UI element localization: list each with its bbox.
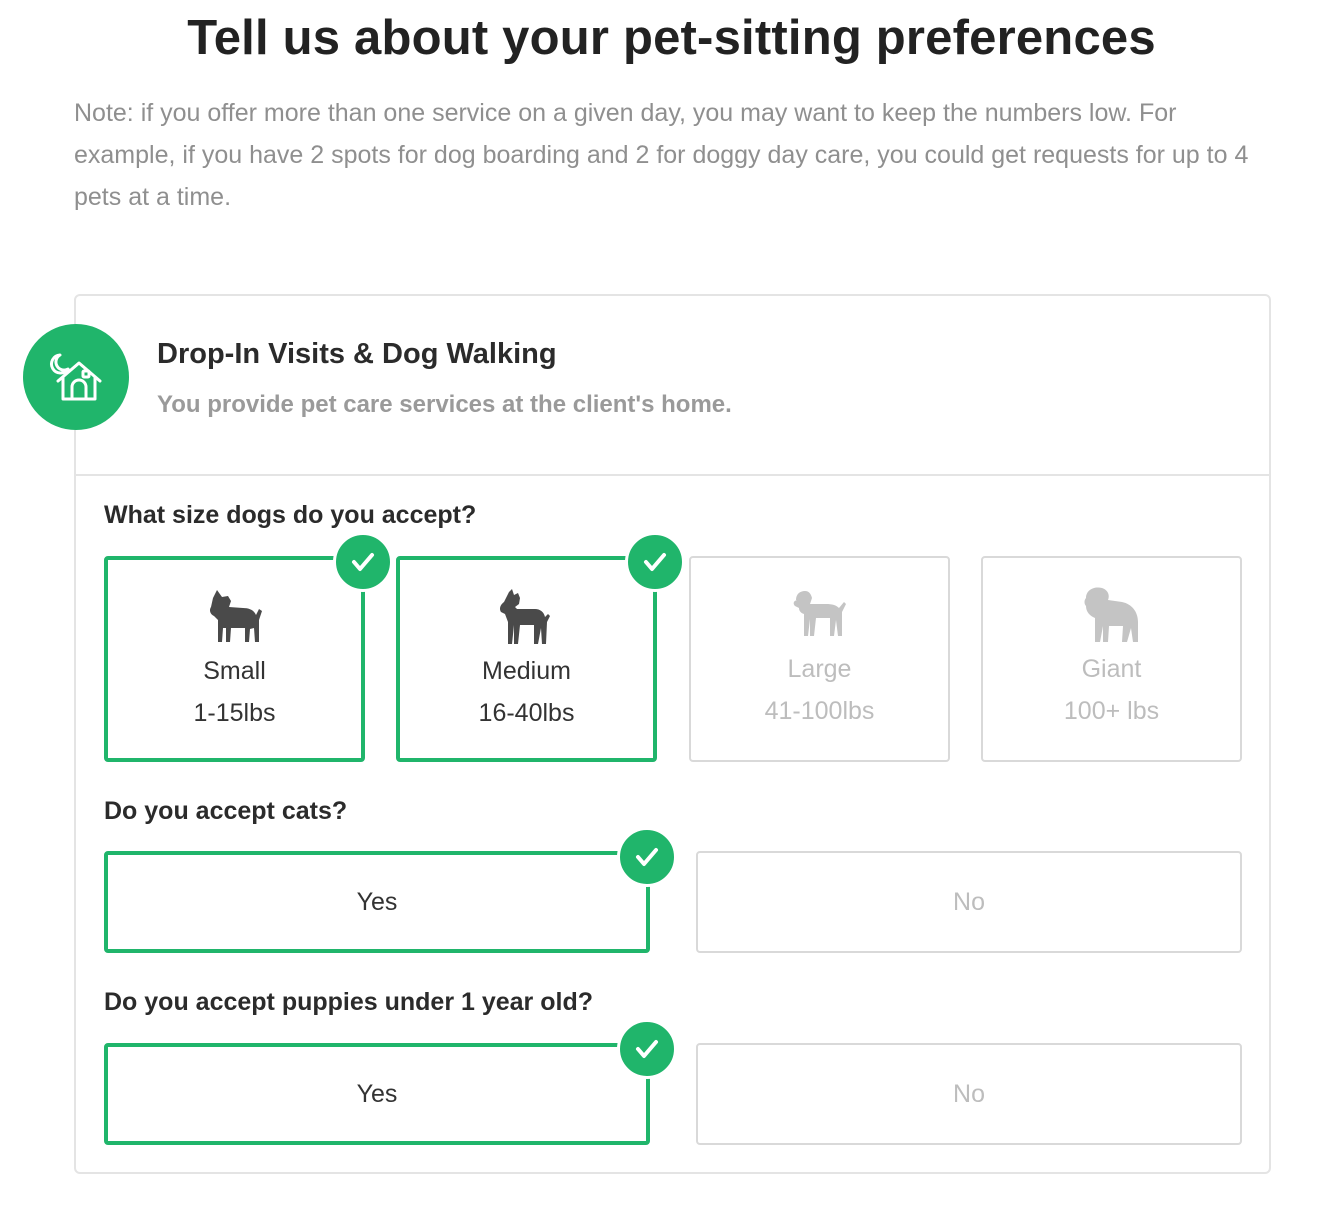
size-label-giant: Giant [1081,655,1142,683]
puppies-no-label: No [953,1079,985,1108]
page-title: Tell us about your pet-sitting preferenc… [187,11,1156,65]
size-option-giant[interactable]: Giant 100+ lbs [981,556,1242,762]
size-range-medium: 16-40lbs [478,699,575,727]
size-option-small[interactable]: Small 1-15lbs [104,556,365,762]
size-label-medium: Medium [482,657,571,685]
service-title: Drop-In Visits & Dog Walking [157,338,557,370]
checkmark-icon [333,532,393,592]
small-dog-icon [108,588,361,646]
service-subtitle: You provide pet care services at the cli… [157,391,732,418]
cats-yes-option[interactable]: Yes [104,851,650,953]
puppies-question: Do you accept puppies under 1 year old? [104,988,593,1016]
size-label-large: Large [787,655,852,683]
cats-no-option[interactable]: No [696,851,1242,953]
house-moon-icon [23,324,129,430]
checkmark-icon [617,1019,677,1079]
size-option-large[interactable]: Large 41-100lbs [689,556,950,762]
cats-yes-label: Yes [356,887,398,916]
giant-dog-icon [983,586,1240,644]
checkmark-icon [625,532,685,592]
size-range-large: 41-100lbs [764,697,875,725]
dog-size-question: What size dogs do you accept? [104,501,477,529]
cats-question: Do you accept cats? [104,797,348,825]
size-range-giant: 100+ lbs [1063,697,1160,725]
medium-dog-icon [400,588,653,646]
page-note: Note: if you offer more than one service… [74,99,1249,211]
checkmark-icon [617,827,677,887]
size-label-small: Small [203,657,266,685]
cats-no-label: No [953,887,985,916]
large-dog-icon [691,586,948,644]
puppies-no-option[interactable]: No [696,1043,1242,1145]
puppies-yes-label: Yes [356,1079,398,1108]
puppies-yes-option[interactable]: Yes [104,1043,650,1145]
size-option-medium[interactable]: Medium 16-40lbs [396,556,657,762]
size-range-small: 1-15lbs [193,699,276,727]
card-divider [74,474,1271,476]
